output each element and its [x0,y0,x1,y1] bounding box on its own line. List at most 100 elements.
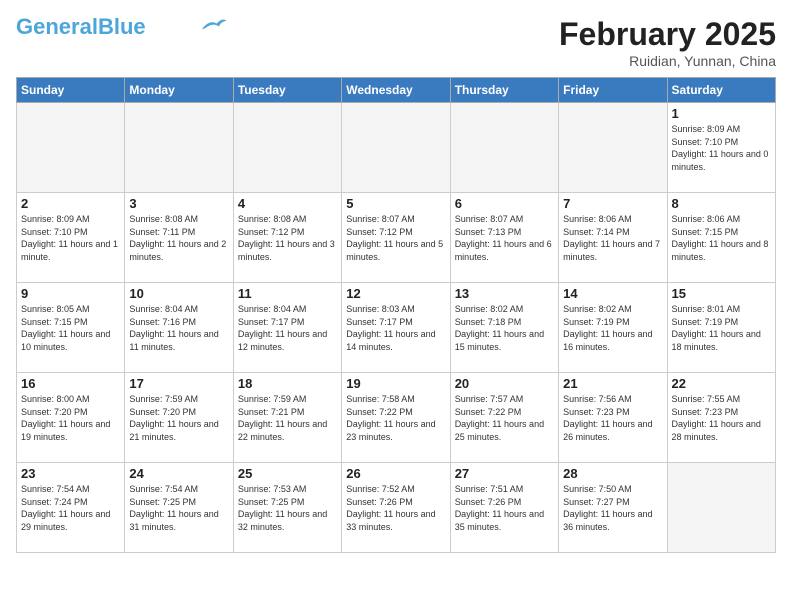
calendar-cell: 10 Sunrise: 8:04 AMSunset: 7:16 PMDayligh… [125,283,233,373]
day-number: 20 [455,376,554,391]
day-number: 15 [672,286,771,301]
calendar-cell: 13 Sunrise: 8:02 AMSunset: 7:18 PMDayligh… [450,283,558,373]
day-number: 23 [21,466,120,481]
day-info: Sunrise: 8:03 AMSunset: 7:17 PMDaylight:… [346,303,445,353]
calendar-cell: 20 Sunrise: 7:57 AMSunset: 7:22 PMDayligh… [450,373,558,463]
calendar-cell: 16 Sunrise: 8:00 AMSunset: 7:20 PMDayligh… [17,373,125,463]
calendar-cell: 12 Sunrise: 8:03 AMSunset: 7:17 PMDayligh… [342,283,450,373]
calendar-cell: 2Sunrise: 8:09 AMSunset: 7:10 PMDaylight… [17,193,125,283]
day-number: 8 [672,196,771,211]
calendar-week-2: 2Sunrise: 8:09 AMSunset: 7:10 PMDaylight… [17,193,776,283]
day-info: Sunrise: 8:00 AMSunset: 7:20 PMDaylight:… [21,393,120,443]
day-number: 18 [238,376,337,391]
page-header: GeneralBlue February 2025 Ruidian, Yunna… [16,16,776,69]
day-number: 9 [21,286,120,301]
logo-text: GeneralBlue [16,16,146,38]
title-block: February 2025 Ruidian, Yunnan, China [559,16,776,69]
day-number: 1 [672,106,771,121]
day-info: Sunrise: 7:53 AMSunset: 7:25 PMDaylight:… [238,483,337,533]
day-number: 19 [346,376,445,391]
day-info: Sunrise: 8:02 AMSunset: 7:18 PMDaylight:… [455,303,554,353]
calendar-cell: 9 Sunrise: 8:05 AMSunset: 7:15 PMDaylight… [17,283,125,373]
calendar-cell: 6 Sunrise: 8:07 AMSunset: 7:13 PMDaylight… [450,193,558,283]
day-number: 24 [129,466,228,481]
calendar-cell: 27 Sunrise: 7:51 AMSunset: 7:26 PMDayligh… [450,463,558,553]
calendar-cell: 22Sunrise: 7:55 AMSunset: 7:23 PMDayligh… [667,373,775,463]
day-number: 25 [238,466,337,481]
month-title: February 2025 [559,16,776,53]
day-info: Sunrise: 8:07 AMSunset: 7:13 PMDaylight:… [455,213,554,263]
day-info: Sunrise: 8:08 AMSunset: 7:12 PMDaylight:… [238,213,337,263]
day-number: 10 [129,286,228,301]
day-number: 11 [238,286,337,301]
calendar-week-5: 23 Sunrise: 7:54 AMSunset: 7:24 PMDayligh… [17,463,776,553]
day-number: 16 [21,376,120,391]
day-info: Sunrise: 7:57 AMSunset: 7:22 PMDaylight:… [455,393,554,443]
day-number: 26 [346,466,445,481]
day-info: Sunrise: 7:54 AMSunset: 7:25 PMDaylight:… [129,483,228,533]
column-header-friday: Friday [559,78,667,103]
day-number: 3 [129,196,228,211]
day-info: Sunrise: 7:58 AMSunset: 7:22 PMDaylight:… [346,393,445,443]
column-header-sunday: Sunday [17,78,125,103]
day-number: 12 [346,286,445,301]
calendar-cell: 14 Sunrise: 8:02 AMSunset: 7:19 PMDayligh… [559,283,667,373]
column-header-thursday: Thursday [450,78,558,103]
day-info: Sunrise: 7:51 AMSunset: 7:26 PMDaylight:… [455,483,554,533]
calendar-cell [342,103,450,193]
calendar-week-1: 1 Sunrise: 8:09 AMSunset: 7:10 PMDaylight… [17,103,776,193]
day-number: 14 [563,286,662,301]
day-number: 21 [563,376,662,391]
day-info: Sunrise: 8:09 AMSunset: 7:10 PMDaylight:… [672,123,771,173]
day-info: Sunrise: 8:04 AMSunset: 7:16 PMDaylight:… [129,303,228,353]
calendar-cell: 21 Sunrise: 7:56 AMSunset: 7:23 PMDayligh… [559,373,667,463]
day-info: Sunrise: 7:54 AMSunset: 7:24 PMDaylight:… [21,483,120,533]
column-header-monday: Monday [125,78,233,103]
calendar-cell: 17 Sunrise: 7:59 AMSunset: 7:20 PMDayligh… [125,373,233,463]
calendar-cell: 11 Sunrise: 8:04 AMSunset: 7:17 PMDayligh… [233,283,341,373]
day-number: 17 [129,376,228,391]
day-info: Sunrise: 7:56 AMSunset: 7:23 PMDaylight:… [563,393,662,443]
day-number: 5 [346,196,445,211]
column-header-wednesday: Wednesday [342,78,450,103]
calendar-cell: 24 Sunrise: 7:54 AMSunset: 7:25 PMDayligh… [125,463,233,553]
day-info: Sunrise: 7:59 AMSunset: 7:20 PMDaylight:… [129,393,228,443]
day-info: Sunrise: 8:06 AMSunset: 7:14 PMDaylight:… [563,213,662,263]
day-number: 28 [563,466,662,481]
day-info: Sunrise: 7:50 AMSunset: 7:27 PMDaylight:… [563,483,662,533]
calendar-cell: 26 Sunrise: 7:52 AMSunset: 7:26 PMDayligh… [342,463,450,553]
day-info: Sunrise: 8:09 AMSunset: 7:10 PMDaylight:… [21,213,120,263]
day-info: Sunrise: 8:01 AMSunset: 7:19 PMDaylight:… [672,303,771,353]
calendar-cell: 8Sunrise: 8:06 AMSunset: 7:15 PMDaylight… [667,193,775,283]
calendar-header-row: SundayMondayTuesdayWednesdayThursdayFrid… [17,78,776,103]
calendar-cell [667,463,775,553]
calendar-cell [125,103,233,193]
column-header-tuesday: Tuesday [233,78,341,103]
day-number: 27 [455,466,554,481]
calendar-week-3: 9 Sunrise: 8:05 AMSunset: 7:15 PMDaylight… [17,283,776,373]
calendar-cell: 28 Sunrise: 7:50 AMSunset: 7:27 PMDayligh… [559,463,667,553]
day-info: Sunrise: 8:02 AMSunset: 7:19 PMDaylight:… [563,303,662,353]
day-info: Sunrise: 8:05 AMSunset: 7:15 PMDaylight:… [21,303,120,353]
calendar-cell [559,103,667,193]
day-info: Sunrise: 8:04 AMSunset: 7:17 PMDaylight:… [238,303,337,353]
calendar-cell: 7Sunrise: 8:06 AMSunset: 7:14 PMDaylight… [559,193,667,283]
calendar-cell [450,103,558,193]
calendar-cell: 4 Sunrise: 8:08 AMSunset: 7:12 PMDaylight… [233,193,341,283]
location: Ruidian, Yunnan, China [559,53,776,69]
calendar-cell: 19 Sunrise: 7:58 AMSunset: 7:22 PMDayligh… [342,373,450,463]
calendar-cell: 18Sunrise: 7:59 AMSunset: 7:21 PMDayligh… [233,373,341,463]
day-number: 13 [455,286,554,301]
calendar-cell: 3Sunrise: 8:08 AMSunset: 7:11 PMDaylight… [125,193,233,283]
calendar-cell: 1 Sunrise: 8:09 AMSunset: 7:10 PMDaylight… [667,103,775,193]
calendar-cell: 15 Sunrise: 8:01 AMSunset: 7:19 PMDayligh… [667,283,775,373]
day-number: 22 [672,376,771,391]
calendar-cell [233,103,341,193]
calendar-cell [17,103,125,193]
day-number: 6 [455,196,554,211]
calendar-cell: 5Sunrise: 8:07 AMSunset: 7:12 PMDaylight… [342,193,450,283]
day-info: Sunrise: 7:52 AMSunset: 7:26 PMDaylight:… [346,483,445,533]
logo: GeneralBlue [16,16,228,38]
day-number: 4 [238,196,337,211]
logo-bird-icon [198,16,228,34]
